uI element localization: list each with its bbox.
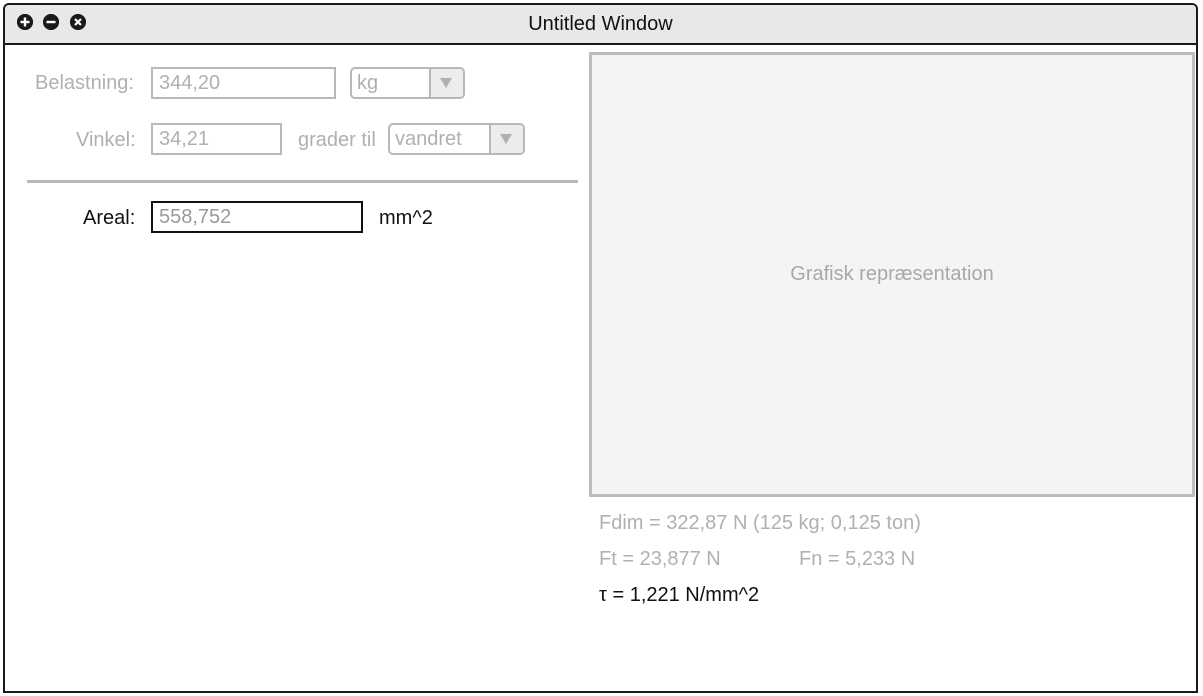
chevron-down-icon[interactable] — [489, 125, 523, 153]
load-unit-value: kg — [357, 72, 379, 94]
angle-label: Vinkel: — [76, 129, 136, 151]
result-fdim: Fdim = 322,87 N (125 kg; 0,125 ton) — [599, 512, 921, 534]
angle-suffix: grader til — [298, 129, 376, 151]
angle-reference-value: vandret — [395, 128, 462, 150]
graphic-panel: Grafisk repræsentation — [589, 52, 1195, 497]
graphic-placeholder: Grafisk repræsentation — [790, 263, 994, 285]
section-divider — [27, 180, 578, 183]
result-fn: Fn = 5,233 N — [799, 548, 916, 570]
result-tau: τ = 1,221 N/mm^2 — [599, 584, 760, 606]
result-ft: Ft = 23,877 N — [599, 548, 721, 570]
angle-reference-select[interactable]: vandret — [388, 123, 525, 155]
load-label: Belastning: — [35, 72, 134, 94]
chevron-down-icon[interactable] — [429, 69, 463, 97]
app-window: Untitled Window Belastning: 344,20 kg Vi… — [3, 3, 1198, 693]
area-unit: mm^2 — [379, 207, 433, 229]
title-bar[interactable]: Untitled Window — [5, 5, 1196, 45]
area-input[interactable]: 558,752 — [151, 201, 363, 233]
load-input[interactable]: 344,20 — [151, 67, 336, 99]
area-label: Areal: — [83, 207, 136, 229]
load-unit-select[interactable]: kg — [350, 67, 465, 99]
angle-input[interactable]: 34,21 — [151, 123, 282, 155]
window-title: Untitled Window — [528, 13, 673, 35]
